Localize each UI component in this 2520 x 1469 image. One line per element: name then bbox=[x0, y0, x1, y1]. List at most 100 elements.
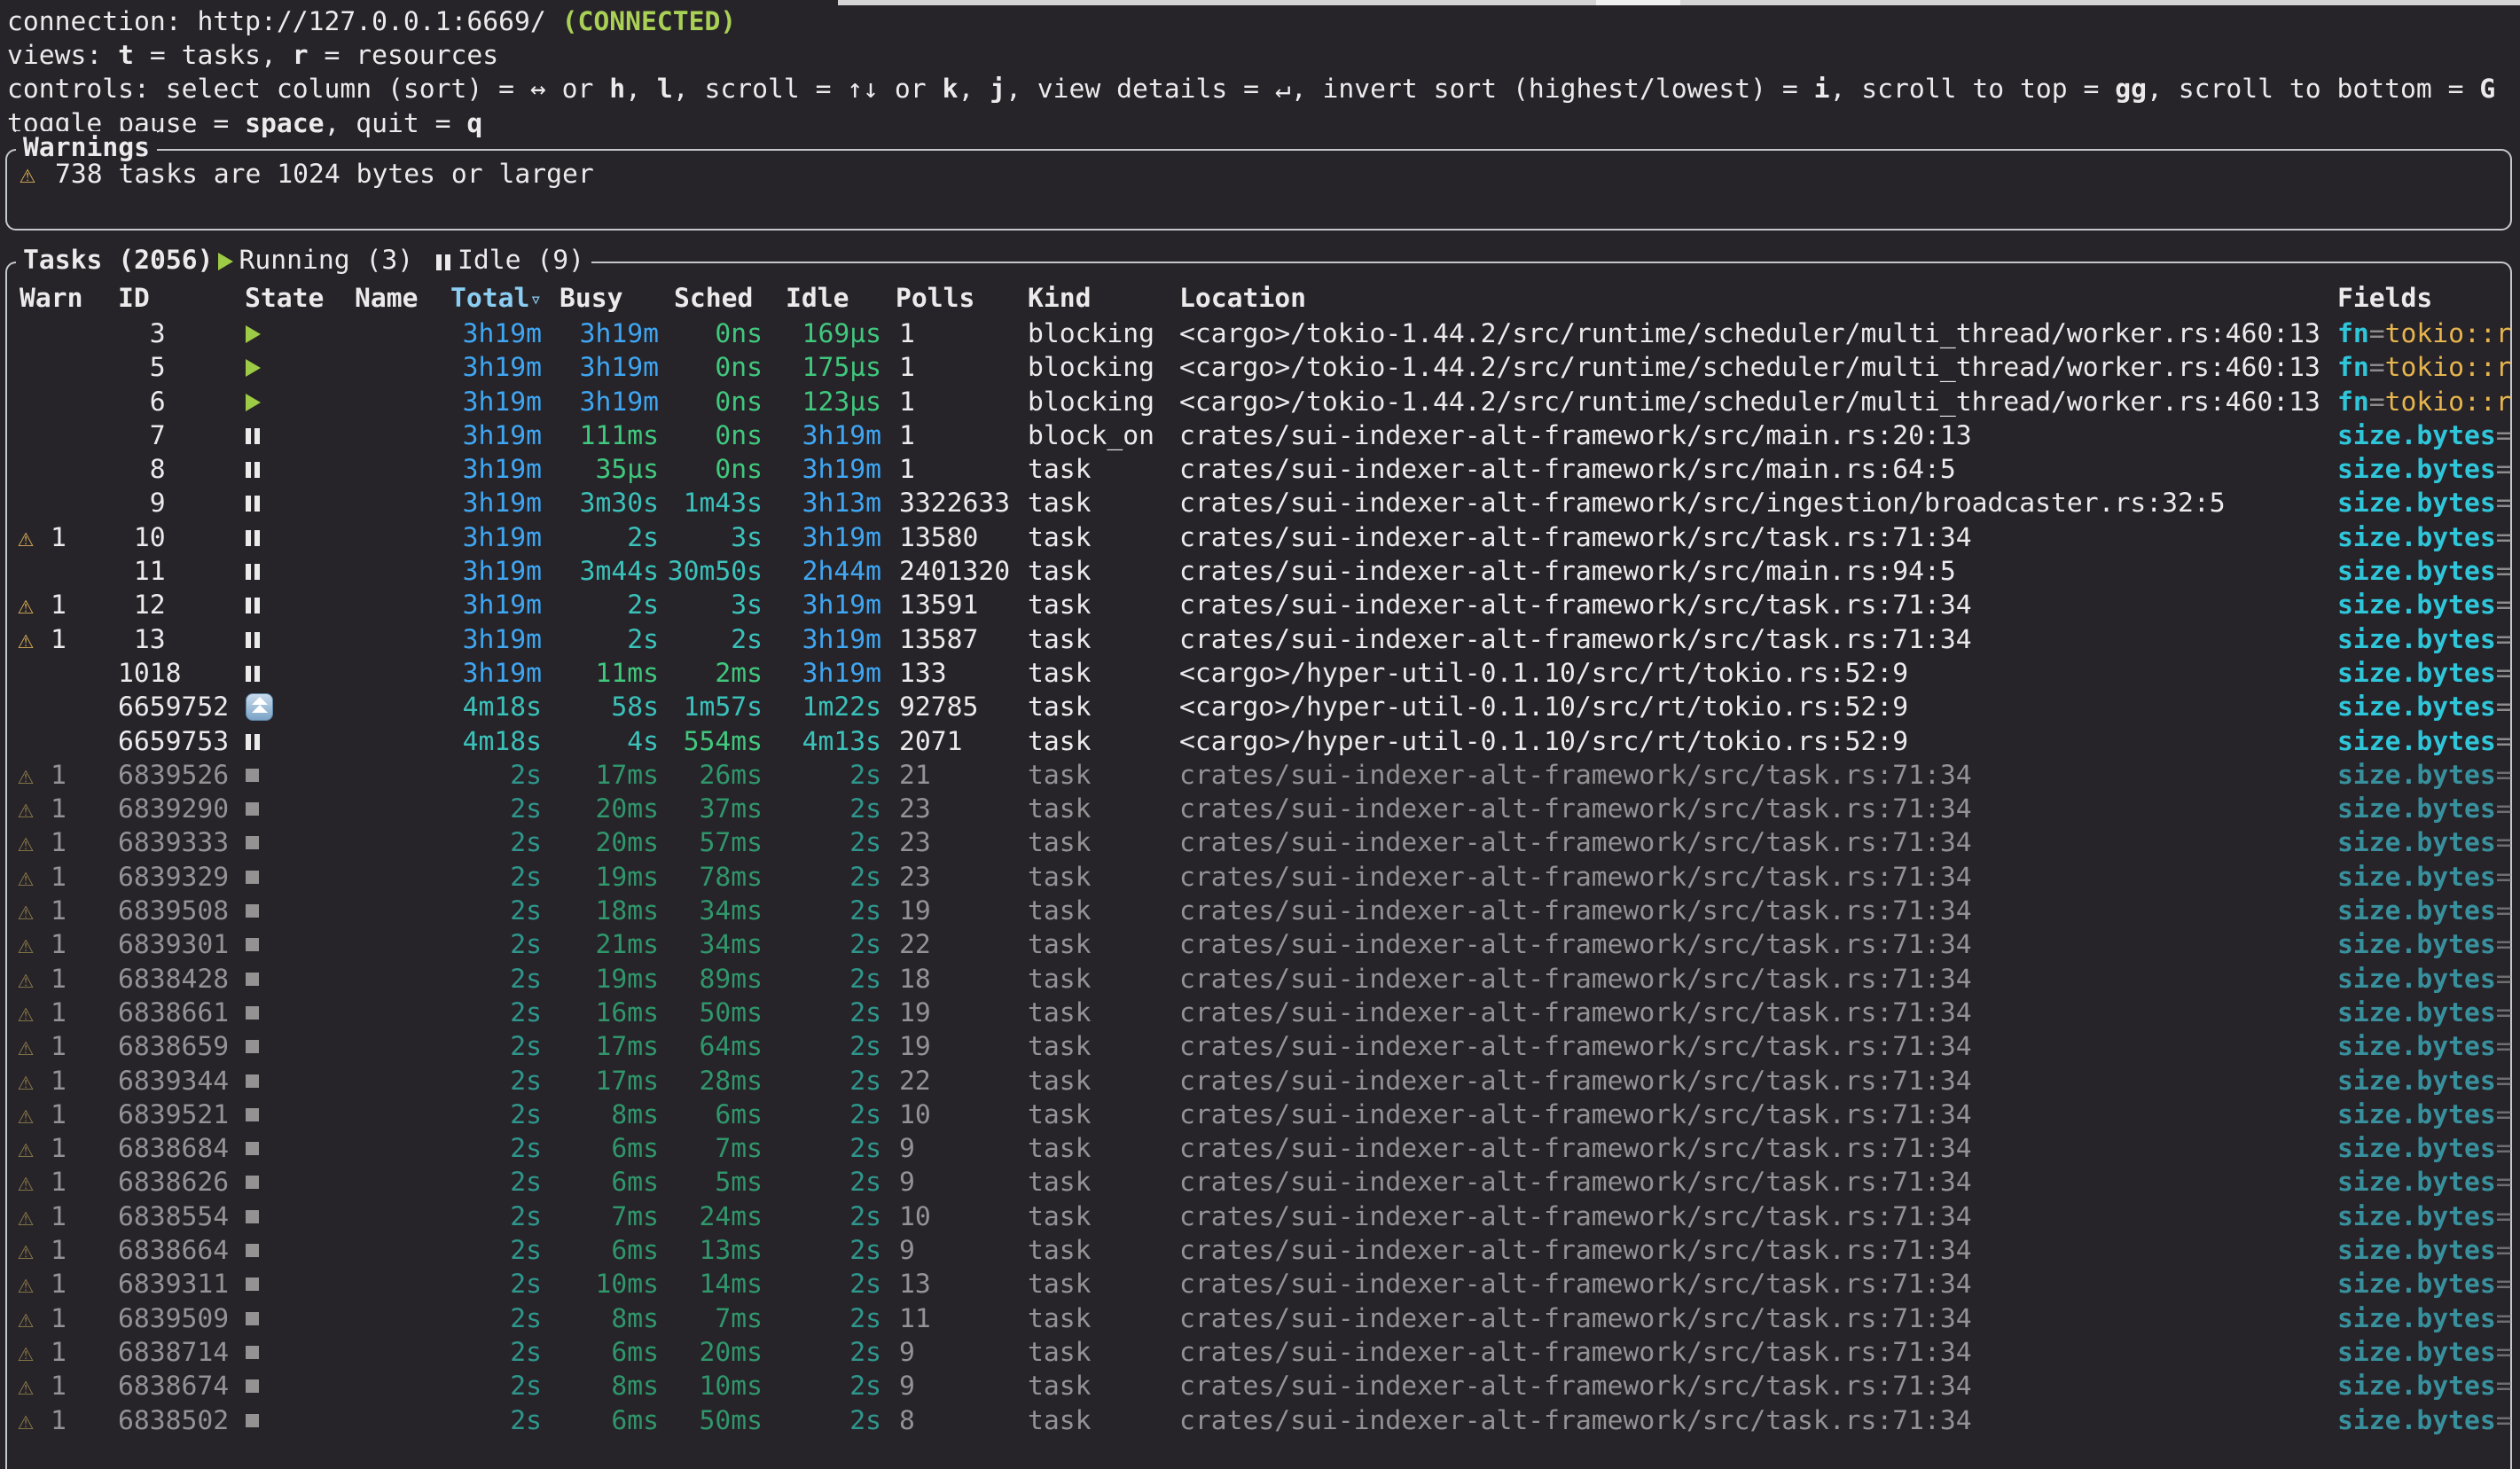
cell-kind: task bbox=[1028, 1065, 1092, 1098]
task-id: 11 bbox=[118, 555, 166, 589]
cell-sched: 1m57s bbox=[647, 691, 763, 724]
column-header-location[interactable]: Location bbox=[1179, 282, 1306, 316]
cell-busy: 111ms bbox=[544, 419, 659, 453]
task-row[interactable]: ⚠168386612s16ms50ms2s19taskcrates/sui-in… bbox=[0, 996, 2520, 1030]
tasks-panel-title: Tasks (2056)Running (3) Idle (9) bbox=[16, 244, 591, 277]
cell-sched: 50ms bbox=[647, 1404, 763, 1438]
column-header-idle[interactable]: Idle bbox=[786, 282, 849, 316]
cell-idle: 2s bbox=[766, 1065, 881, 1098]
column-header-fields[interactable]: Fields bbox=[2337, 282, 2432, 316]
column-header-name[interactable]: Name bbox=[355, 282, 419, 316]
field-equals: = bbox=[2496, 420, 2512, 451]
task-row[interactable]: ⚠168384282s19ms89ms2s18taskcrates/sui-in… bbox=[0, 963, 2520, 996]
task-row[interactable]: 113h19m3m44s30m50s2h44m2401320taskcrates… bbox=[0, 555, 2520, 589]
field-key: size.bytes bbox=[2337, 1201, 2496, 1232]
task-row[interactable]: ⚠168393012s21ms34ms2s22taskcrates/sui-in… bbox=[0, 928, 2520, 962]
cell-busy: 2s bbox=[544, 589, 659, 622]
cell-polls: 133 bbox=[899, 657, 947, 691]
field-equals: = bbox=[2496, 1405, 2512, 1436]
task-row[interactable]: ⚠168385022s6ms50ms2s8taskcrates/sui-inde… bbox=[0, 1404, 2520, 1438]
task-row[interactable]: ⚠168395092s8ms7ms2s11taskcrates/sui-inde… bbox=[0, 1302, 2520, 1336]
cell-total: 3h19m bbox=[426, 623, 542, 657]
task-row[interactable]: ⚠168393112s10ms14ms2s13taskcrates/sui-in… bbox=[0, 1268, 2520, 1301]
task-row[interactable]: ⚠168395212s8ms6ms2s10taskcrates/sui-inde… bbox=[0, 1098, 2520, 1132]
completed-state-icon bbox=[246, 1108, 259, 1121]
cell-idle: 3h19m bbox=[766, 589, 881, 622]
task-row[interactable]: 63h19m3h19m0ns123µs1blocking<cargo>/toki… bbox=[0, 386, 2520, 419]
cell-busy: 2s bbox=[544, 521, 659, 555]
task-row[interactable]: ⚠1 123h19m2s3s3h19m13591taskcrates/sui-i… bbox=[0, 589, 2520, 622]
cell-total: 2s bbox=[426, 1065, 542, 1098]
task-row[interactable]: 33h19m3h19m0ns169µs1blocking<cargo>/toki… bbox=[0, 317, 2520, 351]
task-row[interactable]: 93h19m3m30s1m43s3h13m3322633taskcrates/s… bbox=[0, 487, 2520, 520]
warn-count: 1 bbox=[51, 928, 67, 962]
task-row[interactable]: ⚠168385542s7ms24ms2s10taskcrates/sui-ind… bbox=[0, 1200, 2520, 1234]
cell-idle: 2s bbox=[766, 928, 881, 962]
cell-sched: 0ns bbox=[647, 351, 763, 385]
cell-idle: 2s bbox=[766, 1166, 881, 1199]
cell-location: crates/sui-indexer-alt-framework/src/tas… bbox=[1179, 1030, 1972, 1064]
task-row[interactable]: 73h19m111ms0ns3h19m1block_oncrates/sui-i… bbox=[0, 419, 2520, 453]
task-row[interactable]: ⚠1 133h19m2s2s3h19m13587taskcrates/sui-i… bbox=[0, 623, 2520, 657]
task-row[interactable]: ⚠168393442s17ms28ms2s22taskcrates/sui-in… bbox=[0, 1065, 2520, 1098]
task-row[interactable]: ⚠1 103h19m2s3s3h19m13580taskcrates/sui-i… bbox=[0, 521, 2520, 555]
task-row[interactable]: 10183h19m11ms2ms3h19m133task<cargo>/hype… bbox=[0, 657, 2520, 691]
field-key: size.bytes bbox=[2337, 624, 2496, 655]
idle-state-icon bbox=[246, 666, 251, 682]
task-row[interactable]: ⚠168386262s6ms5ms2s9taskcrates/sui-index… bbox=[0, 1166, 2520, 1199]
task-row[interactable]: ⚠168387142s6ms20ms2s9taskcrates/sui-inde… bbox=[0, 1336, 2520, 1370]
task-row[interactable]: ⚠168386642s6ms13ms2s9taskcrates/sui-inde… bbox=[0, 1234, 2520, 1268]
column-header-state[interactable]: State bbox=[245, 282, 324, 316]
column-header-busy[interactable]: Busy bbox=[560, 282, 623, 316]
cell-total: 2s bbox=[426, 1098, 542, 1132]
cell-total: 3h19m bbox=[426, 487, 542, 520]
column-header-sched[interactable]: Sched bbox=[674, 282, 753, 316]
cell-total: 2s bbox=[426, 963, 542, 996]
column-header-id[interactable]: ID bbox=[118, 282, 150, 316]
cell-busy: 6ms bbox=[544, 1166, 659, 1199]
field-equals: = bbox=[2496, 624, 2512, 655]
cell-total: 2s bbox=[426, 793, 542, 826]
field-key: size.bytes bbox=[2337, 1099, 2496, 1130]
column-header-warn[interactable]: Warn bbox=[20, 282, 83, 316]
column-header-polls[interactable]: Polls bbox=[896, 282, 974, 316]
field-equals: = bbox=[2496, 556, 2512, 587]
completed-state-icon bbox=[246, 769, 259, 782]
cell-location: crates/sui-indexer-alt-framework/src/tas… bbox=[1179, 1268, 1972, 1301]
task-rows: 33h19m3h19m0ns169µs1blocking<cargo>/toki… bbox=[0, 317, 2520, 1438]
cell-polls: 1 bbox=[899, 386, 915, 419]
cell-idle: 2s bbox=[766, 1302, 881, 1336]
warning-icon: ⚠ bbox=[18, 1200, 34, 1234]
task-row[interactable]: ⚠168392902s20ms37ms2s23taskcrates/sui-in… bbox=[0, 793, 2520, 826]
task-id: 6839508 bbox=[118, 895, 229, 928]
warning-text: 738 tasks are 1024 bytes or larger bbox=[55, 158, 594, 191]
cell-fields: size.bytes= bbox=[2337, 487, 2512, 520]
task-row[interactable]: ⚠168393292s19ms78ms2s23taskcrates/sui-in… bbox=[0, 861, 2520, 895]
task-row[interactable]: 66597524m18s58s1m57s1m22s92785task<cargo… bbox=[0, 691, 2520, 724]
task-row[interactable]: ⚠168386842s6ms7ms2s9taskcrates/sui-index… bbox=[0, 1132, 2520, 1166]
column-header-total-sorted[interactable]: Total▿ bbox=[450, 282, 542, 316]
cell-sched: 34ms bbox=[647, 895, 763, 928]
warn-count: 1 bbox=[51, 1065, 67, 1098]
cell-sched: 0ns bbox=[647, 453, 763, 487]
running-state-icon bbox=[246, 359, 261, 377]
task-row[interactable]: 83h19m35µs0ns3h19m1taskcrates/sui-indexe… bbox=[0, 453, 2520, 487]
field-equals: = bbox=[2496, 964, 2512, 995]
task-row[interactable]: ⚠168395082s18ms34ms2s19taskcrates/sui-in… bbox=[0, 895, 2520, 928]
cell-total: 2s bbox=[426, 1234, 542, 1268]
task-id: 6838502 bbox=[118, 1404, 229, 1438]
task-row[interactable]: ⚠168395262s17ms26ms2s21taskcrates/sui-in… bbox=[0, 759, 2520, 793]
task-row[interactable]: ⚠168386742s8ms10ms2s9taskcrates/sui-inde… bbox=[0, 1370, 2520, 1403]
cell-sched: 89ms bbox=[647, 963, 763, 996]
warn-count: 1 bbox=[51, 826, 67, 860]
column-header-kind[interactable]: Kind bbox=[1028, 282, 1092, 316]
cell-polls: 18 bbox=[899, 963, 931, 996]
task-id: 6839509 bbox=[118, 1302, 229, 1336]
task-row[interactable]: ⚠168386592s17ms64ms2s19taskcrates/sui-in… bbox=[0, 1030, 2520, 1064]
cell-total: 2s bbox=[426, 1030, 542, 1064]
task-row[interactable]: ⚠168393332s20ms57ms2s23taskcrates/sui-in… bbox=[0, 826, 2520, 860]
warning-icon: ⚠ bbox=[18, 1404, 34, 1438]
task-row[interactable]: 53h19m3h19m0ns175µs1blocking<cargo>/toki… bbox=[0, 351, 2520, 385]
cell-busy: 58s bbox=[544, 691, 659, 724]
task-row[interactable]: 66597534m18s4s554ms4m13s2071task<cargo>/… bbox=[0, 725, 2520, 759]
